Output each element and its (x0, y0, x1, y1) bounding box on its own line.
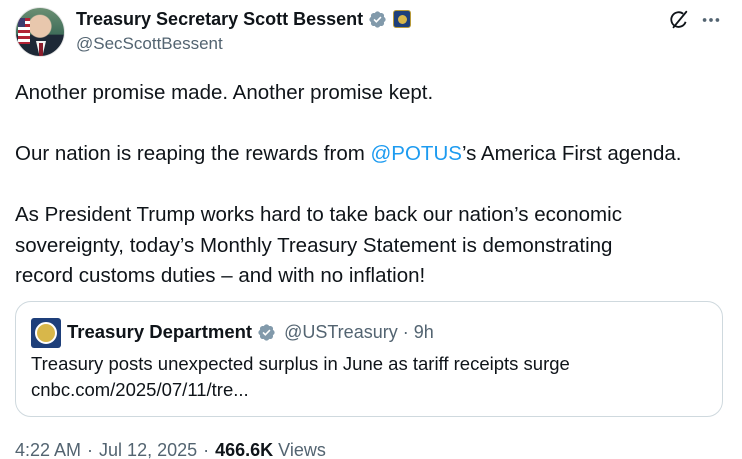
verified-badge-icon[interactable] (368, 10, 387, 29)
post-date[interactable]: Jul 12, 2025 (99, 440, 197, 459)
quoted-timestamp[interactable]: 9h (414, 322, 434, 343)
text-segment: ’s America First agenda. (461, 142, 682, 165)
quoted-link[interactable]: cnbc.com/2025/07/11/tre... (31, 379, 249, 401)
tweet-line: sovereignty, today’s Monthly Treasury St… (15, 233, 613, 257)
author-avatar[interactable] (15, 7, 65, 57)
separator-dot: · (87, 440, 94, 459)
author-display-name[interactable]: Treasury Secretary Scott Bessent (76, 9, 363, 30)
quoted-author-avatar[interactable] (31, 318, 61, 348)
views-label: Views (278, 440, 326, 459)
views-count: 466.6K (215, 440, 274, 459)
tweet-text: Another promise made. Another promise ke… (15, 78, 727, 292)
tweet: Treasury Secretary Scott Bessent @SecSco… (0, 0, 742, 459)
tweet-line: Our nation is reaping the rewards from @… (15, 139, 727, 170)
tweet-line: As President Trump works hard to take ba… (15, 203, 622, 226)
post-time[interactable]: 4:22 AM (15, 440, 81, 459)
tie-graphic (39, 43, 43, 56)
quoted-headline: Treasury posts unexpected surplus in Jun… (31, 353, 570, 374)
author-handle[interactable]: @SecScottBessent (76, 34, 223, 54)
separator-dot: · (402, 321, 409, 342)
author-name-row: Treasury Secretary Scott Bessent (76, 8, 412, 30)
separator-dot: · (203, 440, 210, 459)
mention-link[interactable]: @POTUS (371, 142, 462, 165)
text-segment: Our nation is reaping the rewards from (15, 142, 371, 165)
government-affiliation-icon[interactable] (393, 10, 412, 28)
tweet-line: Another promise made. Another promise ke… (15, 81, 434, 104)
quoted-author-name[interactable]: Treasury Department (67, 321, 252, 343)
quoted-author-row: Treasury Department @USTreasury · 9h (67, 321, 434, 343)
tweet-line: record customs duties – and with no infl… (15, 264, 426, 287)
quoted-author-handle[interactable]: @USTreasury (284, 322, 398, 343)
grok-icon[interactable] (668, 9, 690, 31)
more-icon[interactable] (700, 9, 722, 31)
tweet-meta: 4:22 AM · Jul 12, 2025 · 466.6K Views (15, 440, 326, 459)
verified-badge-icon (258, 323, 275, 341)
quoted-tweet-card[interactable]: Treasury Department @USTreasury · 9h Tre… (15, 301, 723, 417)
flag-graphic (18, 18, 30, 44)
